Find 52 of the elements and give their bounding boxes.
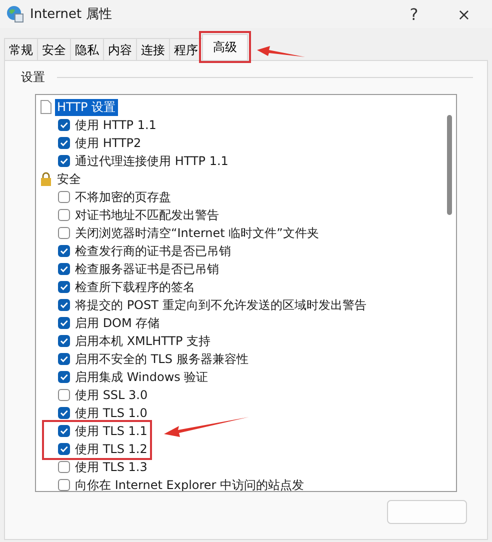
option-label: 不将加密的页存盘 xyxy=(75,188,171,206)
option-label: 检查所下载程序的签名 xyxy=(75,278,195,296)
checkbox[interactable] xyxy=(58,227,70,239)
globe-icon xyxy=(6,5,24,23)
option-label: 启用不安全的 TLS 服务器兼容性 xyxy=(75,350,248,368)
option-label: 通过代理连接使用 HTTP 1.1 xyxy=(75,152,228,170)
option-label: 检查发行商的证书是否已吊销 xyxy=(75,242,231,260)
option-label: 启用本机 XMLHTTP 支持 xyxy=(75,332,211,350)
checkbox[interactable] xyxy=(58,317,70,329)
checkbox[interactable] xyxy=(58,191,70,203)
option-label: 使用 TLS 1.1 xyxy=(75,422,148,440)
option-label: 向你在 Internet Explorer 中访问的站点发 xyxy=(75,476,304,491)
checkbox[interactable] xyxy=(58,119,70,131)
checkbox[interactable] xyxy=(58,263,70,275)
help-button[interactable]: ? xyxy=(392,0,436,28)
option-label: 使用 TLS 1.3 xyxy=(75,458,148,476)
group-label: 设置 xyxy=(21,69,45,86)
option-label: 使用 SSL 3.0 xyxy=(75,386,148,404)
category-label[interactable]: 安全 xyxy=(55,170,83,188)
checkbox[interactable] xyxy=(58,461,70,473)
checkbox[interactable] xyxy=(58,353,70,365)
checkbox[interactable] xyxy=(58,299,70,311)
category-label[interactable]: HTTP 设置 xyxy=(55,98,118,116)
checkbox[interactable] xyxy=(58,137,70,149)
checkbox[interactable] xyxy=(58,209,70,221)
tab[interactable]: 高级 xyxy=(202,34,248,60)
checkbox[interactable] xyxy=(58,371,70,383)
checkbox[interactable] xyxy=(58,245,70,257)
close-button[interactable]: × xyxy=(442,0,486,28)
checkbox[interactable] xyxy=(58,389,70,401)
option-label: 使用 HTTP2 xyxy=(75,134,142,152)
scrollbar-thumb[interactable] xyxy=(446,115,452,215)
option-label: 将提交的 POST 重定向到不允许发送的区域时发出警告 xyxy=(75,296,366,314)
option-label: 检查服务器证书是否已吊销 xyxy=(75,260,219,278)
tab[interactable]: 常规 xyxy=(4,38,38,60)
checkbox[interactable] xyxy=(58,281,70,293)
option-label: 关闭浏览器时清空“Internet 临时文件”文件夹 xyxy=(75,224,319,242)
option-label: 使用 TLS 1.0 xyxy=(75,404,148,422)
checkbox[interactable] xyxy=(58,479,70,491)
option-label: 使用 HTTP 1.1 xyxy=(75,116,156,134)
window-title: Internet 属性 xyxy=(30,6,112,23)
checkbox[interactable] xyxy=(58,407,70,419)
option-label: 启用 DOM 存储 xyxy=(75,314,160,332)
option-label: 对证书地址不匹配发出警告 xyxy=(75,206,219,224)
checkbox[interactable] xyxy=(58,155,70,167)
option-label: 启用集成 Windows 验证 xyxy=(75,368,208,386)
checkbox[interactable] xyxy=(58,335,70,347)
checkbox[interactable] xyxy=(58,425,70,437)
checkbox[interactable] xyxy=(58,443,70,455)
page-icon xyxy=(40,100,52,114)
lock-icon xyxy=(40,172,52,186)
option-label: 使用 TLS 1.2 xyxy=(75,440,148,458)
